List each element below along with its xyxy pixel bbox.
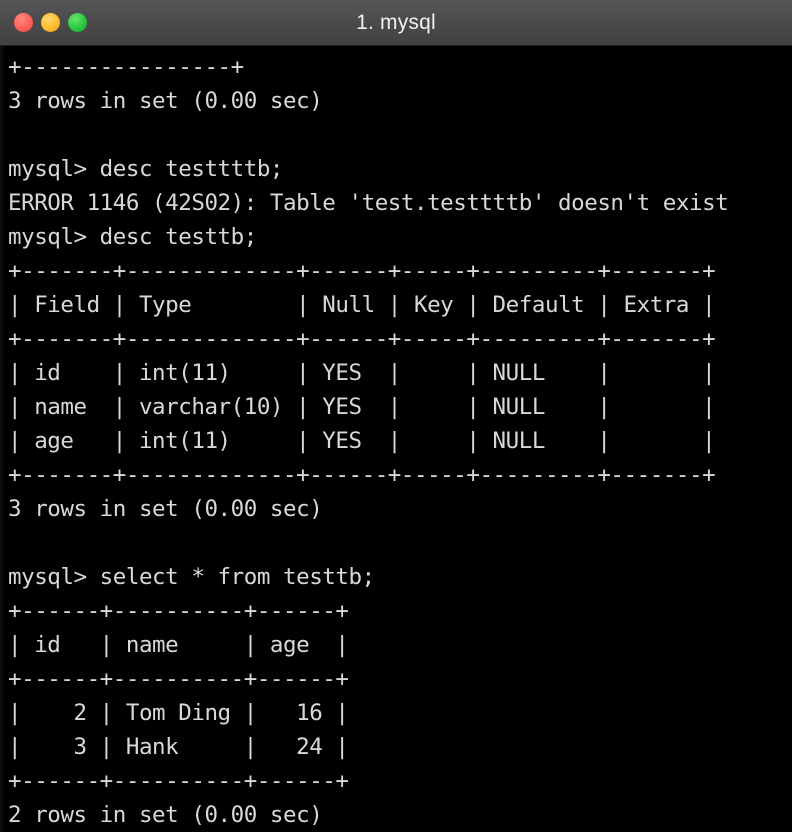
minimize-button[interactable] xyxy=(41,13,60,32)
terminal-output: +----------------+ 3 rows in set (0.00 s… xyxy=(8,54,729,828)
window-title: 1. mysql xyxy=(356,10,436,34)
close-button[interactable] xyxy=(14,13,33,32)
terminal-window: 1. mysql +----------------+ 3 rows in se… xyxy=(0,0,792,832)
zoom-button[interactable] xyxy=(68,13,87,32)
terminal-body[interactable]: +----------------+ 3 rows in set (0.00 s… xyxy=(0,46,792,832)
window-controls xyxy=(14,13,87,32)
title-bar[interactable]: 1. mysql xyxy=(0,0,792,46)
